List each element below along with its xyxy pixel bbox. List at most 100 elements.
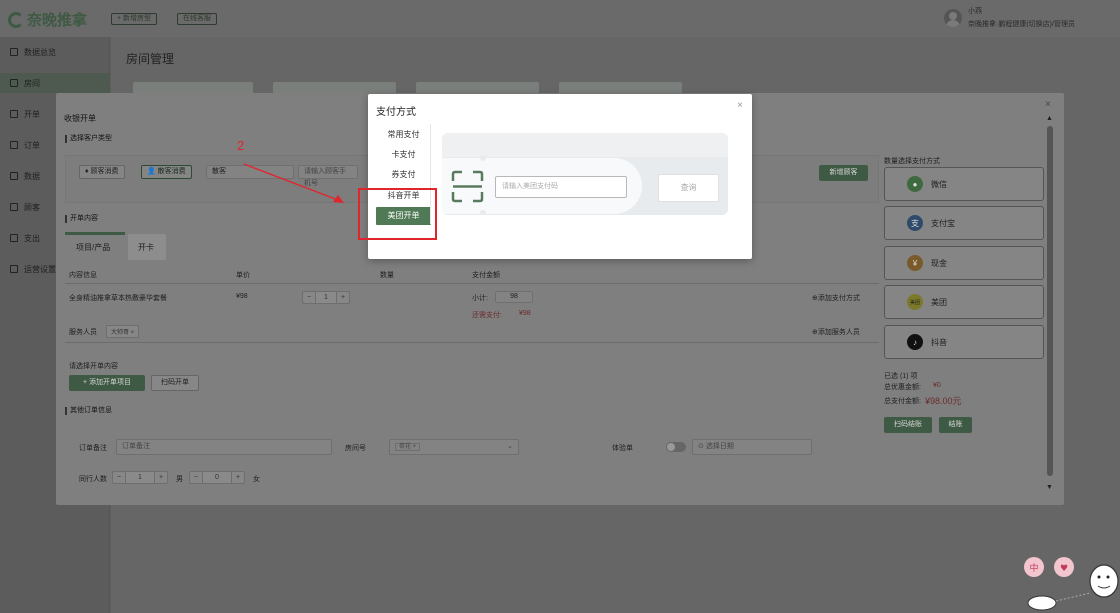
mascot-decoration-icon: 中 ♥	[1024, 557, 1119, 611]
amount-due-value: ¥98	[519, 310, 531, 317]
quantity-value[interactable]: 1	[315, 292, 337, 303]
dashboard-icon	[10, 48, 18, 56]
close-icon[interactable]: ×	[737, 100, 743, 111]
add-payment-link[interactable]: ⊕添加支付方式	[812, 293, 860, 303]
customer-section-title: 选择客户类型	[65, 135, 112, 143]
female-label: 女	[253, 476, 260, 483]
row-divider	[65, 342, 879, 343]
male-label: 男	[176, 476, 183, 483]
brand-name: 奈晚推拿	[27, 12, 88, 29]
document-icon	[10, 110, 18, 118]
subtotal-label: 小计:	[472, 295, 488, 302]
amount-due-label: 还需支付:	[472, 312, 502, 319]
tab-coupon-pay[interactable]: 券支付	[376, 166, 431, 184]
col-content-header: 内容信息	[69, 272, 97, 279]
card-ticket: 请输入美团支付码	[442, 158, 642, 214]
scroll-up-icon[interactable]: ▲	[1046, 115, 1053, 122]
alipay-icon: 支	[907, 215, 923, 231]
cash-icon: ¥	[907, 255, 923, 271]
user-icon	[10, 203, 18, 211]
tab-products[interactable]: 项目/产品	[76, 242, 110, 253]
annotation-arrow	[243, 163, 344, 203]
pay-method-douyin[interactable]: ♪ 抖音	[884, 325, 1044, 359]
staff-label: 服务人员	[69, 329, 97, 336]
staff-tag[interactable]: 大帅哥 ×	[106, 325, 140, 338]
query-button[interactable]: 查询	[658, 174, 719, 202]
brand-logo: 奈晚推拿	[8, 9, 87, 30]
scan-card: 请输入美团支付码 查询	[442, 133, 728, 215]
scrollbar[interactable]	[1047, 126, 1053, 476]
female-stepper[interactable]: −0 +	[189, 471, 245, 484]
svg-text:♥: ♥	[1060, 564, 1068, 574]
avatar	[944, 8, 962, 27]
sidebar-item-overview[interactable]: 数据总览	[0, 42, 110, 62]
date-picker[interactable]: ⊙ 选择日期	[692, 439, 812, 455]
settings-icon	[10, 265, 18, 273]
add-item-button[interactable]: + 添加开单项目	[69, 375, 145, 391]
item-name: 全身精油推拿草本热敷豪华套餐	[69, 295, 167, 302]
pay-method-alipay[interactable]: 支支付宝	[884, 206, 1044, 240]
wallet-icon	[10, 234, 18, 242]
minus-icon[interactable]: −	[190, 474, 202, 481]
plus-icon[interactable]: +	[232, 474, 244, 481]
payment-modal-title: 支付方式	[376, 107, 416, 118]
new-room-button[interactable]: + 新增房型	[111, 13, 158, 25]
scatter-consume-chip[interactable]: 👤 散客消费	[141, 165, 192, 179]
male-stepper[interactable]: −1 +	[112, 471, 168, 484]
douyin-icon: ♪	[907, 334, 923, 350]
ticket-notch	[480, 210, 486, 215]
order-modal-close-icon[interactable]: ×	[1045, 99, 1051, 110]
pay-method-meituan[interactable]: 美团 美团	[884, 285, 1044, 319]
trial-label: 体验单	[612, 445, 633, 452]
pay-methods-title: 数量选择支付方式	[884, 158, 940, 165]
add-staff-link[interactable]: ⊕添加服务人员	[812, 327, 860, 337]
discount-label: 总优惠金额:	[884, 384, 921, 391]
scan-order-button[interactable]: 扫码开单	[151, 375, 199, 391]
checkout-button[interactable]: 结账	[939, 417, 972, 433]
people-label: 同行人数	[79, 476, 107, 483]
pay-method-cash[interactable]: ¥ 现金	[884, 246, 1044, 280]
room-tag[interactable]: 荷花 ×	[395, 443, 421, 451]
active-tab-indicator	[65, 232, 125, 235]
pay-method-wechat[interactable]: ● 微信	[884, 167, 1044, 201]
room-label: 房间号	[345, 445, 366, 452]
scroll-down-icon[interactable]: ▼	[1046, 484, 1053, 491]
user-name: 小燕	[968, 8, 982, 15]
total-label: 总支付金额:	[884, 398, 921, 405]
step-number: 2	[237, 138, 245, 153]
tab-card[interactable]: 开卡	[138, 242, 154, 253]
plus-icon[interactable]: +	[155, 474, 167, 481]
minus-icon[interactable]: −	[113, 474, 125, 481]
online-service-button[interactable]: 在线客服	[177, 13, 217, 25]
new-customer-button[interactable]: 新增顾客	[819, 165, 868, 181]
col-price-header: 单价	[236, 272, 250, 279]
wechat-icon: ●	[907, 176, 923, 192]
subtotal-input[interactable]: 98	[495, 291, 533, 303]
member-consume-chip[interactable]: ♦ 顾客消费	[79, 165, 125, 179]
page-title: 房间管理	[126, 52, 175, 66]
quantity-stepper[interactable]: −1 +	[302, 291, 350, 304]
order-modal-title: 收银开单	[64, 114, 96, 123]
tab-common-pay[interactable]: 常用支付	[376, 126, 431, 144]
trial-toggle[interactable]	[666, 442, 686, 452]
user-info[interactable]: 小燕 奈晚推拿·鹏程健康(切换店)/管理员	[944, 6, 1075, 29]
content-section-title: 开单内容	[65, 215, 98, 223]
brand-mark-icon	[8, 11, 24, 28]
item-price: ¥98	[236, 293, 248, 300]
sidebar-item-rooms[interactable]: 房间	[0, 73, 110, 93]
total-value: ¥98.00元	[925, 396, 962, 406]
col-amount-header: 支付金额	[472, 272, 500, 279]
discount-value: ¥0	[933, 382, 941, 389]
chevron-down-icon: ⌄	[507, 443, 513, 450]
ticket-notch	[480, 155, 486, 161]
scan-icon	[451, 170, 484, 203]
scan-checkout-button[interactable]: 扫码结账	[884, 417, 932, 433]
select-content-label: 请选择开单内容	[69, 363, 118, 370]
meituan-code-input[interactable]: 请输入美团支付码	[495, 176, 627, 198]
minus-icon[interactable]: −	[303, 294, 315, 301]
plus-icon[interactable]: +	[337, 294, 349, 301]
tab-card-pay[interactable]: 卡支付	[376, 146, 431, 164]
remark-label: 订单备注	[79, 445, 107, 452]
room-select[interactable]: 荷花 × ⌄	[389, 439, 519, 455]
remark-input[interactable]: 订单备注	[116, 439, 332, 455]
